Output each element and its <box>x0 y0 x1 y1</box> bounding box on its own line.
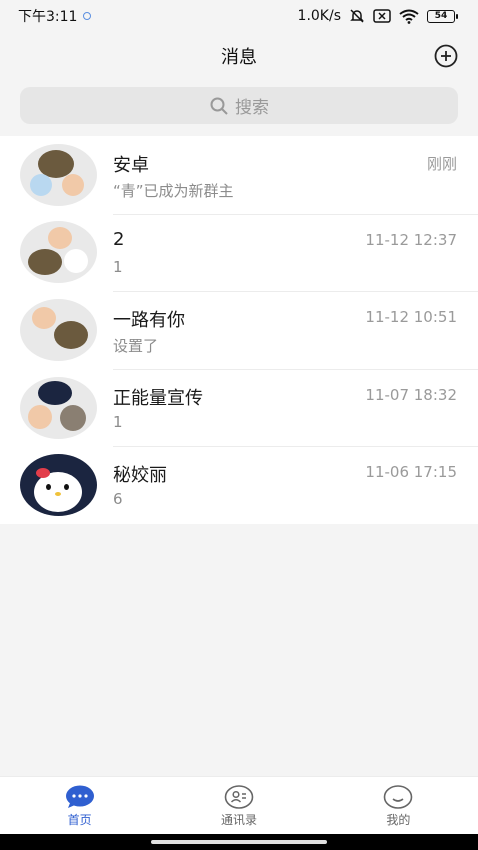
conversation-name: 正能量宣传 <box>113 387 203 409</box>
smile-icon <box>384 785 413 809</box>
group-avatar <box>20 221 97 284</box>
header: 消息 <box>0 32 478 80</box>
battery-icon: 54 <box>427 9 458 23</box>
group-avatar <box>20 376 97 439</box>
conversation-time: 11-06 17:15 <box>365 463 457 482</box>
conversation-preview: 1 <box>113 257 123 276</box>
search-placeholder: 搜索 <box>235 98 269 118</box>
tab-label: 通讯录 <box>220 813 257 827</box>
conversation-time: 11-07 18:32 <box>365 385 457 404</box>
status-right: 1.0K/s 54 <box>298 8 458 24</box>
notification-dot-icon <box>83 12 92 20</box>
home-indicator[interactable] <box>151 840 327 844</box>
conversation-preview: 设置了 <box>113 337 159 356</box>
tab-label: 我的 <box>386 813 411 827</box>
contacts-icon <box>224 785 254 809</box>
conversation-item[interactable]: 2 1 11-12 12:37 <box>0 213 478 292</box>
conversation-preview: “青”已成为新群主 <box>113 182 234 200</box>
conversation-item[interactable]: 一路有你 设置了 11-12 10:51 <box>0 291 478 369</box>
page-title: 消息 <box>221 47 257 68</box>
tab-profile[interactable]: 我的 <box>319 777 478 834</box>
conversation-name: 秘姣丽 <box>113 465 167 487</box>
conversation-time: 刚刚 <box>426 155 457 173</box>
wifi-icon <box>399 9 419 24</box>
conversation-preview: 1 <box>113 412 123 431</box>
battery-level: 54 <box>427 9 455 23</box>
group-avatar <box>20 298 97 361</box>
mute-bell-icon <box>350 9 364 23</box>
network-speed: 1.0K/s <box>297 8 341 24</box>
conversation-time: 11-12 10:51 <box>365 308 457 327</box>
bottom-tab-bar: 首页 通讯录 我的 <box>0 776 478 834</box>
status-bar: 下午3:11 1.0K/s 54 <box>0 0 478 32</box>
search-icon <box>210 97 228 115</box>
status-left: 下午3:11 <box>18 6 92 26</box>
conversation-item[interactable]: 安卓 “青”已成为新群主 刚刚 <box>0 136 478 214</box>
tab-label: 首页 <box>67 813 92 827</box>
group-avatar <box>20 143 97 206</box>
conversation-name: 2 <box>113 228 125 250</box>
tab-home[interactable]: 首页 <box>0 777 159 834</box>
conversation-name: 一路有你 <box>113 310 185 332</box>
tab-contacts[interactable]: 通讯录 <box>159 777 318 834</box>
sim-off-icon <box>373 9 391 23</box>
plus-circle-icon <box>434 44 458 68</box>
search-input[interactable]: 搜索 <box>20 87 458 124</box>
conversation-name: 安卓 <box>113 155 149 176</box>
conversation-preview: 6 <box>113 490 123 509</box>
add-button[interactable] <box>434 44 458 68</box>
user-avatar <box>20 454 97 517</box>
conversation-list: 安卓 “青”已成为新群主 刚刚 2 1 11-12 12:37 一路有你 设置了… <box>0 136 478 524</box>
status-time: 下午3:11 <box>18 9 78 25</box>
conversation-time: 11-12 12:37 <box>365 230 457 249</box>
system-navigation-bar <box>0 834 478 850</box>
chat-bubble-icon <box>65 785 94 808</box>
conversation-item[interactable]: 秘姣丽 6 11-06 17:15 <box>0 446 478 524</box>
conversation-item[interactable]: 正能量宣传 1 11-07 18:32 <box>0 368 478 447</box>
